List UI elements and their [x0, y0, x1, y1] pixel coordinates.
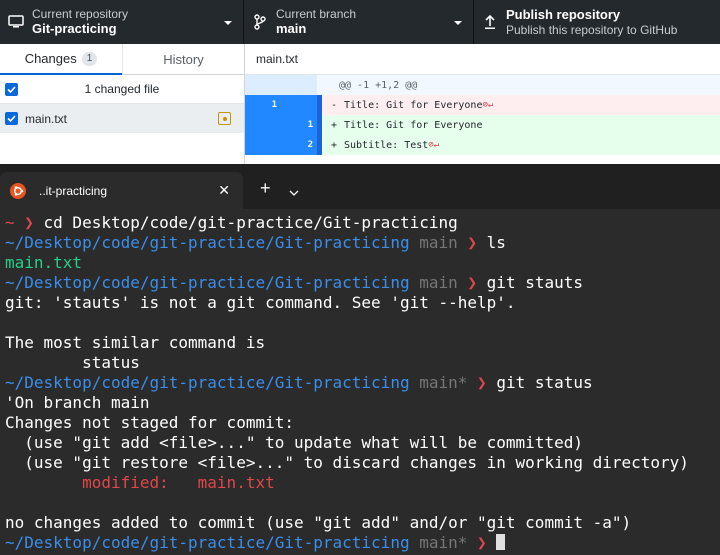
terminal-line: (use "git add <file>..." to update what … [5, 433, 583, 452]
github-desktop-toolbar: Current repository Git-practicing Curren… [0, 0, 720, 44]
terminal-line: no changes added to commit (use "git add… [5, 513, 632, 532]
upload-icon [474, 14, 506, 30]
terminal-tab-bar: ..it-practicing ✕ + [0, 164, 720, 209]
terminal-line: main.txt [5, 253, 83, 272]
computer-icon [0, 15, 32, 29]
ubuntu-icon [10, 182, 26, 199]
file-checkbox[interactable] [5, 112, 18, 125]
diff-line-text: Subtitle: Test [344, 139, 429, 151]
publish-sub-label: Publish this repository to GitHub [506, 23, 678, 37]
select-all-checkbox[interactable] [5, 82, 18, 96]
file-name: main.txt [25, 111, 68, 126]
changed-files-count: 1 changed file [84, 82, 160, 96]
chevron-down-icon[interactable] [289, 184, 299, 202]
file-row-main-txt[interactable]: main.txt [0, 104, 244, 133]
terminal-tab-title: ..it-practicing [39, 183, 108, 198]
repo-sub-label: Current repository [32, 7, 129, 21]
terminal-line: ~/Desktop/code/git-practice/Git-practici… [5, 373, 593, 392]
terminal-line: ~/Desktop/code/git-practice/Git-practici… [5, 233, 506, 252]
publish-repository-button[interactable]: Publish repository Publish this reposito… [474, 0, 720, 44]
diff-sign: + [330, 119, 338, 131]
diff-line[interactable]: 1 - Title: Git for Everyone ⊘↵ [245, 95, 720, 115]
terminal-cursor [496, 534, 506, 550]
terminal-line: git: 'stauts' is not a git command. See … [5, 293, 516, 312]
new-tab-icon[interactable]: + [260, 178, 271, 198]
diff-sign: + [330, 139, 338, 151]
tab-history-label: History [163, 51, 204, 67]
old-line-number [245, 115, 281, 135]
terminal-line: ~/Desktop/code/git-practice/Git-practici… [5, 273, 583, 292]
terminal-line: (use "git restore <file>..." to discard … [5, 453, 689, 472]
no-newline-icon: ⊘↵ [428, 140, 440, 150]
file-modified-icon [218, 112, 231, 125]
old-line-number [245, 135, 281, 155]
tab-changes[interactable]: Changes 1 [0, 44, 122, 75]
diff-sign: - [330, 99, 338, 111]
no-newline-icon: ⊘↵ [482, 100, 494, 110]
terminal-line: Changes not staged for commit: [5, 413, 294, 432]
diff-hunk-header[interactable]: @@ -1 +1,2 @@ [245, 75, 720, 95]
diff-line-text: Title: Git for Everyone [344, 99, 483, 111]
chevron-down-icon [223, 15, 233, 33]
publish-title: Publish repository [506, 7, 621, 22]
diff-line-text: Title: Git for Everyone [344, 119, 483, 131]
diff-file-header: main.txt [245, 44, 720, 75]
terminal-line: 'On branch main [5, 393, 150, 412]
chevron-down-icon [453, 15, 463, 33]
branch-name: main [276, 21, 307, 36]
branch-icon [244, 14, 276, 30]
changed-files-header: 1 changed file [0, 75, 244, 104]
branch-sub-label: Current branch [276, 7, 357, 21]
new-line-number [281, 95, 317, 115]
changes-count-badge: 1 [81, 51, 98, 66]
changes-sidebar: Changes 1 History 1 changed file main.tx… [0, 44, 245, 164]
diff-line[interactable]: 2 + Subtitle: Test ⊘↵ [245, 135, 720, 155]
terminal-line: ~/Desktop/code/git-practice/Git-practici… [5, 533, 720, 553]
close-icon[interactable]: ✕ [218, 182, 230, 199]
terminal-output[interactable]: ~ ❯ cd Desktop/code/git-practice/Git-pra… [0, 209, 720, 555]
repo-name: Git-practicing [32, 21, 117, 36]
terminal-line: ~ ❯ cd Desktop/code/git-practice/Git-pra… [5, 213, 458, 232]
tab-changes-label: Changes [24, 51, 77, 66]
sidebar-tabs: Changes 1 History [0, 44, 244, 75]
terminal-line: The most similar command is [5, 333, 266, 352]
diff-viewer: main.txt @@ -1 +1,2 @@ 1 - Title: Git fo… [245, 44, 720, 164]
current-branch-button[interactable]: Current branch main [244, 0, 474, 44]
hunk-text: @@ -1 +1,2 @@ [339, 79, 418, 91]
tab-history[interactable]: History [122, 44, 244, 74]
current-repository-button[interactable]: Current repository Git-practicing [0, 0, 244, 44]
new-line-number: 2 [281, 135, 317, 155]
terminal-line: modified: main.txt [5, 473, 275, 492]
diff-line[interactable]: 1 + Title: Git for Everyone [245, 115, 720, 135]
diff-file-name: main.txt [256, 52, 299, 66]
terminal-tab[interactable]: ..it-practicing ✕ [0, 172, 243, 209]
new-line-number: 1 [281, 115, 317, 135]
old-line-number: 1 [245, 95, 281, 115]
terminal-line: status [5, 353, 140, 372]
